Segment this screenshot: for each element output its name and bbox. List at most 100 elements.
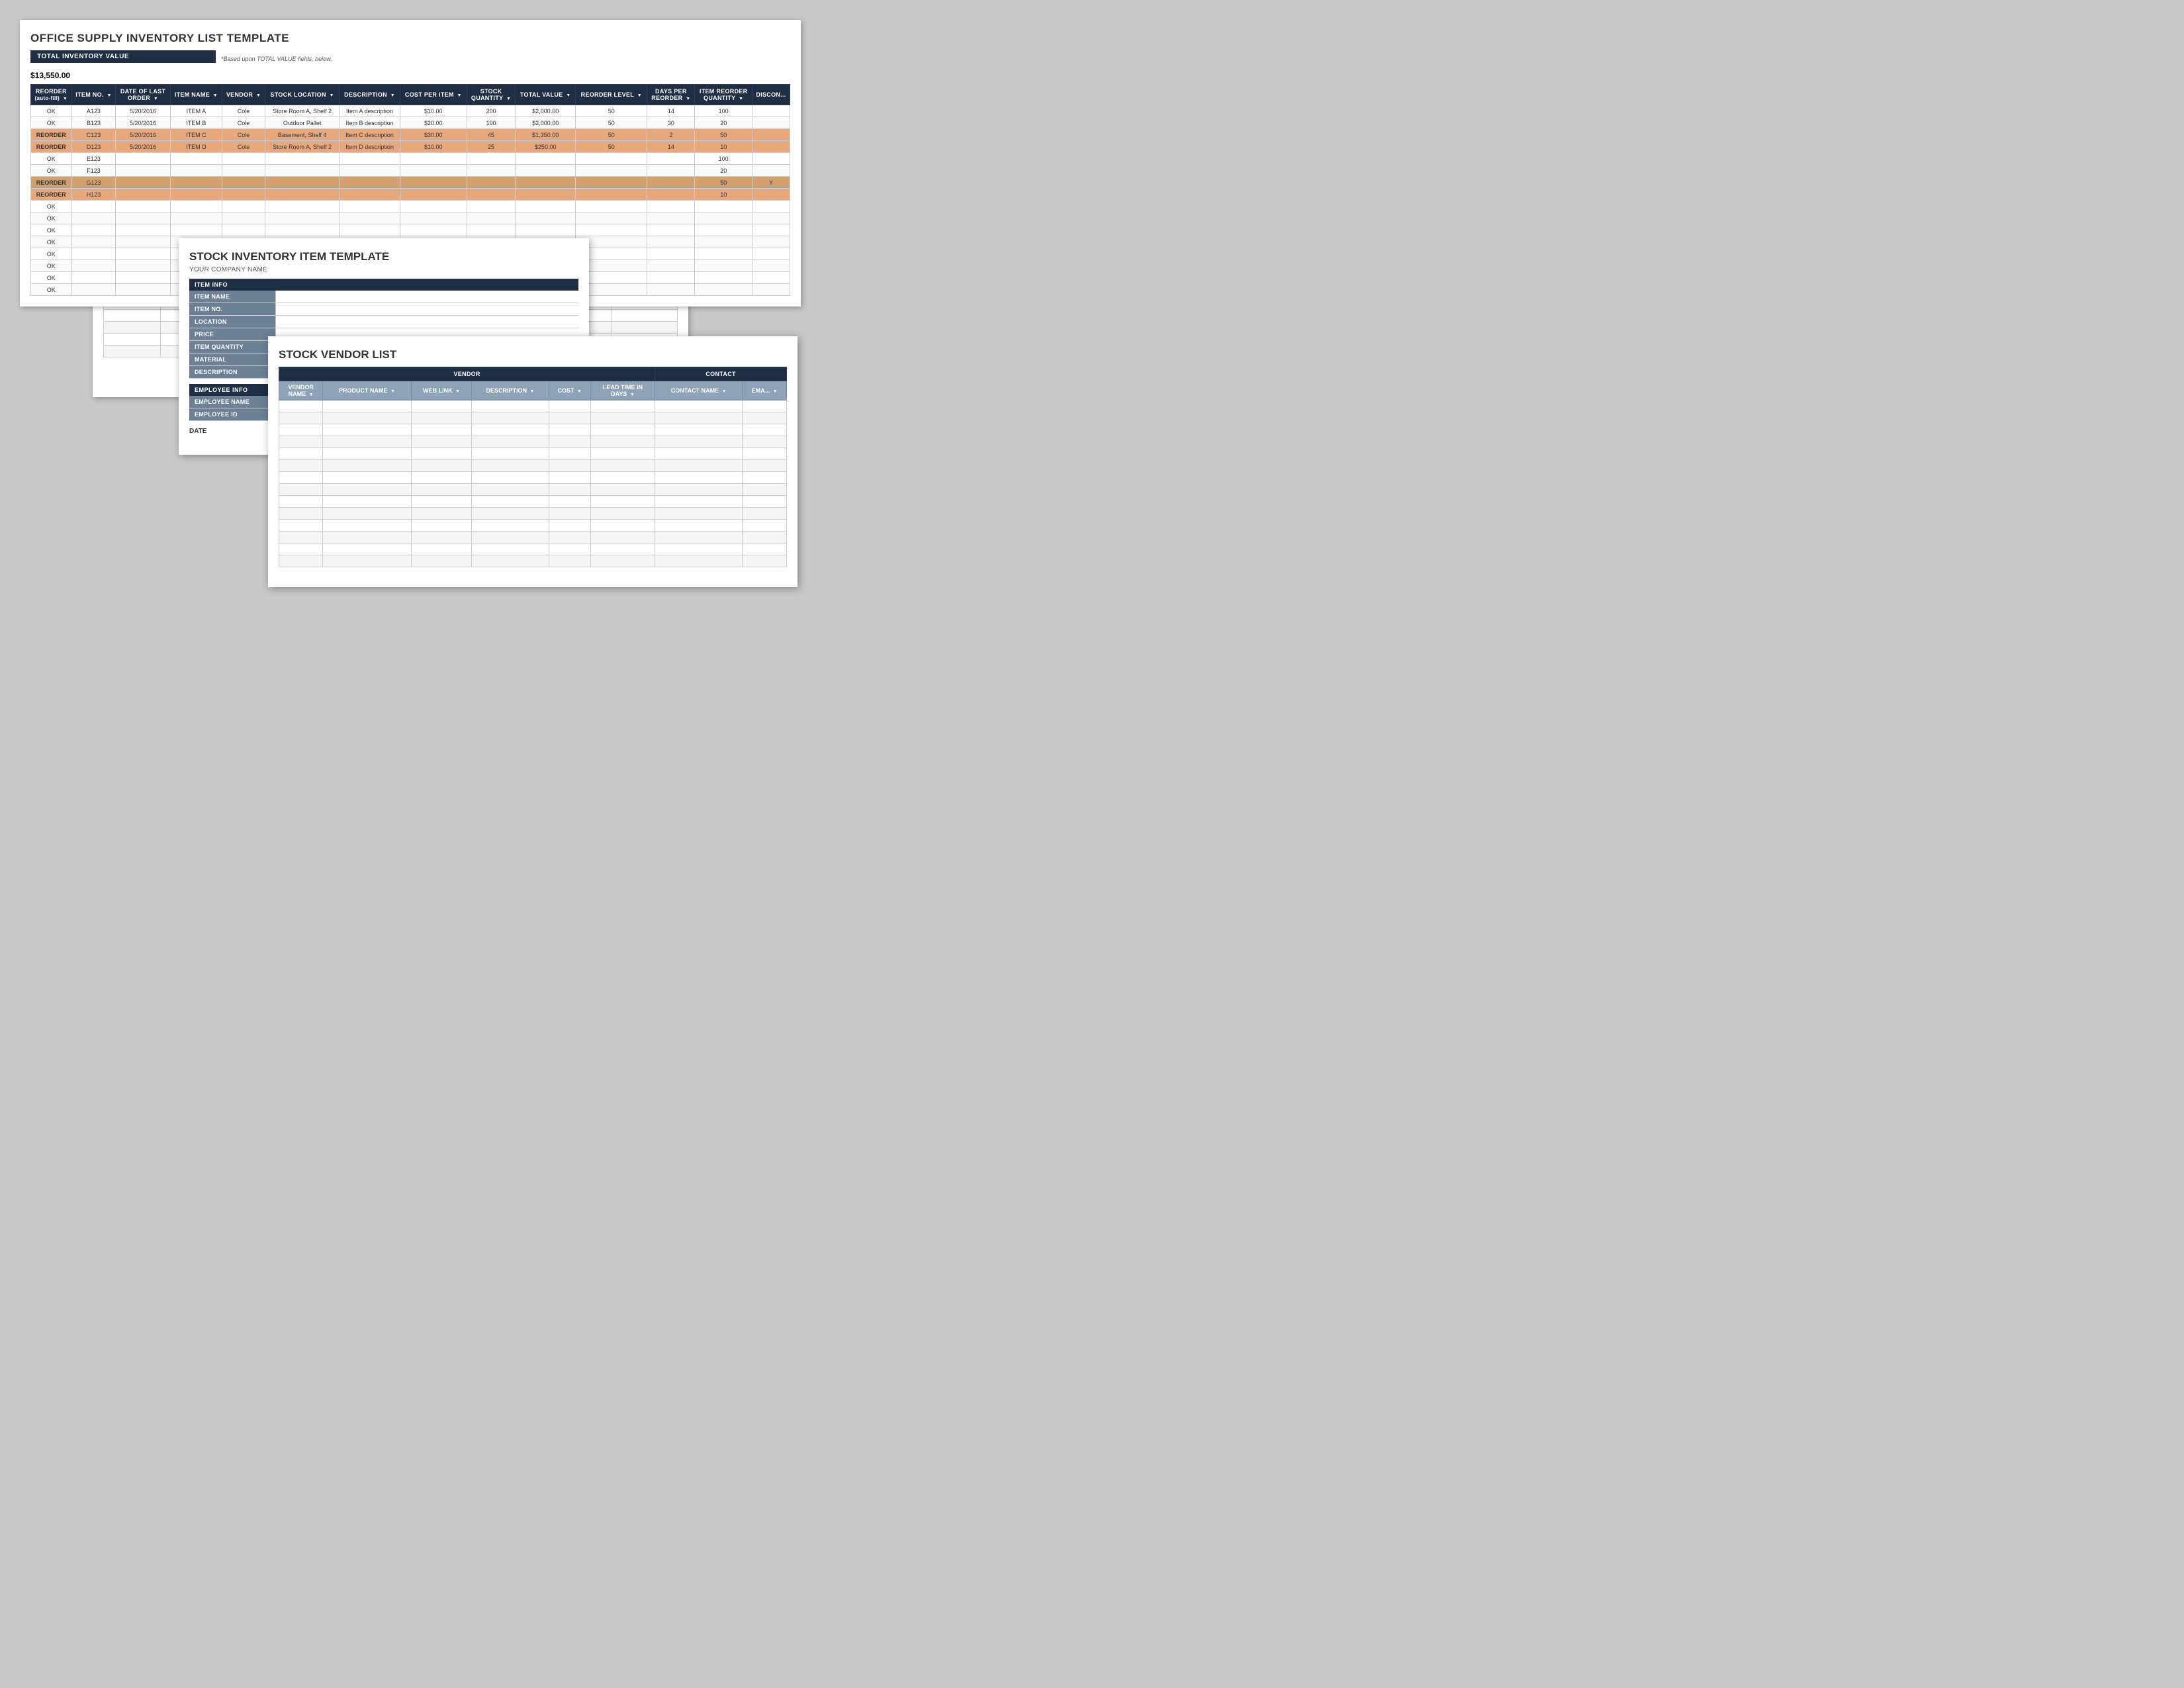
vendor-cell [655,448,743,460]
total-inventory-row: TOTAL INVENTORY VALUE *Based upon TOTAL … [30,50,790,67]
inv-cell [695,201,752,212]
vendor-cell [590,400,655,412]
inv-cell [695,236,752,248]
vendor-cell [743,484,787,496]
inv-cell [116,248,170,260]
vendor-cell [411,400,472,412]
inv-cell [222,201,265,212]
vendor-cell [411,496,472,508]
track-cell [612,322,678,334]
vendor-cell [323,460,412,472]
vendor-cell [279,424,323,436]
inv-cell: Cole [222,117,265,129]
inv-cell [71,224,116,236]
inv-cell [752,236,790,248]
inv-cell: 10 [695,189,752,201]
inv-cell: Cole [222,105,265,117]
inv-cell [265,224,340,236]
inv-cell [71,248,116,260]
inv-cell: A123 [71,105,116,117]
inv-cell [116,177,170,189]
sheet1-title: OFFICE SUPPLY INVENTORY LIST TEMPLATE [30,32,790,45]
vendor-cell [323,400,412,412]
vendor-cell [323,436,412,448]
vendor-cell [590,555,655,567]
inv-cell [647,236,695,248]
inv-cell [647,248,695,260]
inv-cell [467,177,515,189]
vendor-cell [472,543,549,555]
inventory-row: REORDERH12310 [31,189,790,201]
field-label: MATERIAL [189,353,275,365]
inv-cell: Item C description [340,129,400,141]
vendor-sub-header: VENDORNAME ▼ PRODUCT NAME ▼ WEB LINK ▼ D… [279,381,787,400]
vendor-cell [323,555,412,567]
vendor-cell [590,424,655,436]
inv-cell: 5/20/2016 [116,105,170,117]
vendor-cell [411,460,472,472]
inv-cell: G123 [71,177,116,189]
vendor-cell [549,472,590,484]
inv-cell [116,260,170,272]
vendor-cell [549,484,590,496]
field-value [275,316,578,328]
inv-cell: 100 [467,117,515,129]
vendor-cell [323,520,412,532]
col-total-val: TOTAL VALUE ▼ [516,85,576,105]
vendor-cell [323,484,412,496]
inv-cell [71,236,116,248]
vendor-cell [472,424,549,436]
inv-cell [647,201,695,212]
col-days: DAYS PERREORDER ▼ [647,85,695,105]
inv-cell [752,260,790,272]
vendor-cell [411,520,472,532]
inv-cell: 45 [467,129,515,141]
inv-cell [222,177,265,189]
inv-cell: ITEM C [170,129,222,141]
inv-cell: 5/20/2016 [116,129,170,141]
vendor-cell [590,496,655,508]
inv-cell: OK [31,248,72,260]
vendor-cell [549,460,590,472]
company-name-label: YOUR COMPANY NAME [189,266,578,273]
inventory-row: OK [31,224,790,236]
inv-cell [265,165,340,177]
vendor-cell [549,520,590,532]
inv-cell [222,153,265,165]
th-cost: COST ▼ [549,381,590,400]
vendor-row [279,412,787,424]
vendor-cell [743,508,787,520]
sheets-container: OFFICE SUPPLY INVENTORY LIST TEMPLATE TO… [20,20,814,589]
inv-cell: $2,000.00 [516,105,576,117]
field-value [275,303,578,315]
inv-cell: REORDER [31,141,72,153]
inv-cell [222,189,265,201]
inventory-row: OKE123100 [31,153,790,165]
vendor-cell [411,472,472,484]
inv-cell [516,165,576,177]
col-stock-qty: STOCKQUANTITY ▼ [467,85,515,105]
inv-cell: REORDER [31,177,72,189]
inv-cell [752,129,790,141]
inv-cell [116,212,170,224]
inv-cell: ITEM A [170,105,222,117]
inv-cell [647,224,695,236]
inv-cell [116,165,170,177]
col-discon: DISCON... [752,85,790,105]
inv-cell: B123 [71,117,116,129]
vendor-cell [743,555,787,567]
vendor-row [279,460,787,472]
vendor-row [279,472,787,484]
vendor-cell [279,496,323,508]
inv-cell [400,224,467,236]
vendor-row [279,543,787,555]
inv-cell: 100 [695,105,752,117]
field-label: EMPLOYEE NAME [189,396,275,408]
inv-cell: OK [31,284,72,296]
inv-cell [467,165,515,177]
inv-cell: Item A description [340,105,400,117]
inv-cell [116,224,170,236]
inv-cell: Cole [222,141,265,153]
sheet4-title: STOCK VENDOR LIST [279,348,787,361]
vendor-cell [279,555,323,567]
